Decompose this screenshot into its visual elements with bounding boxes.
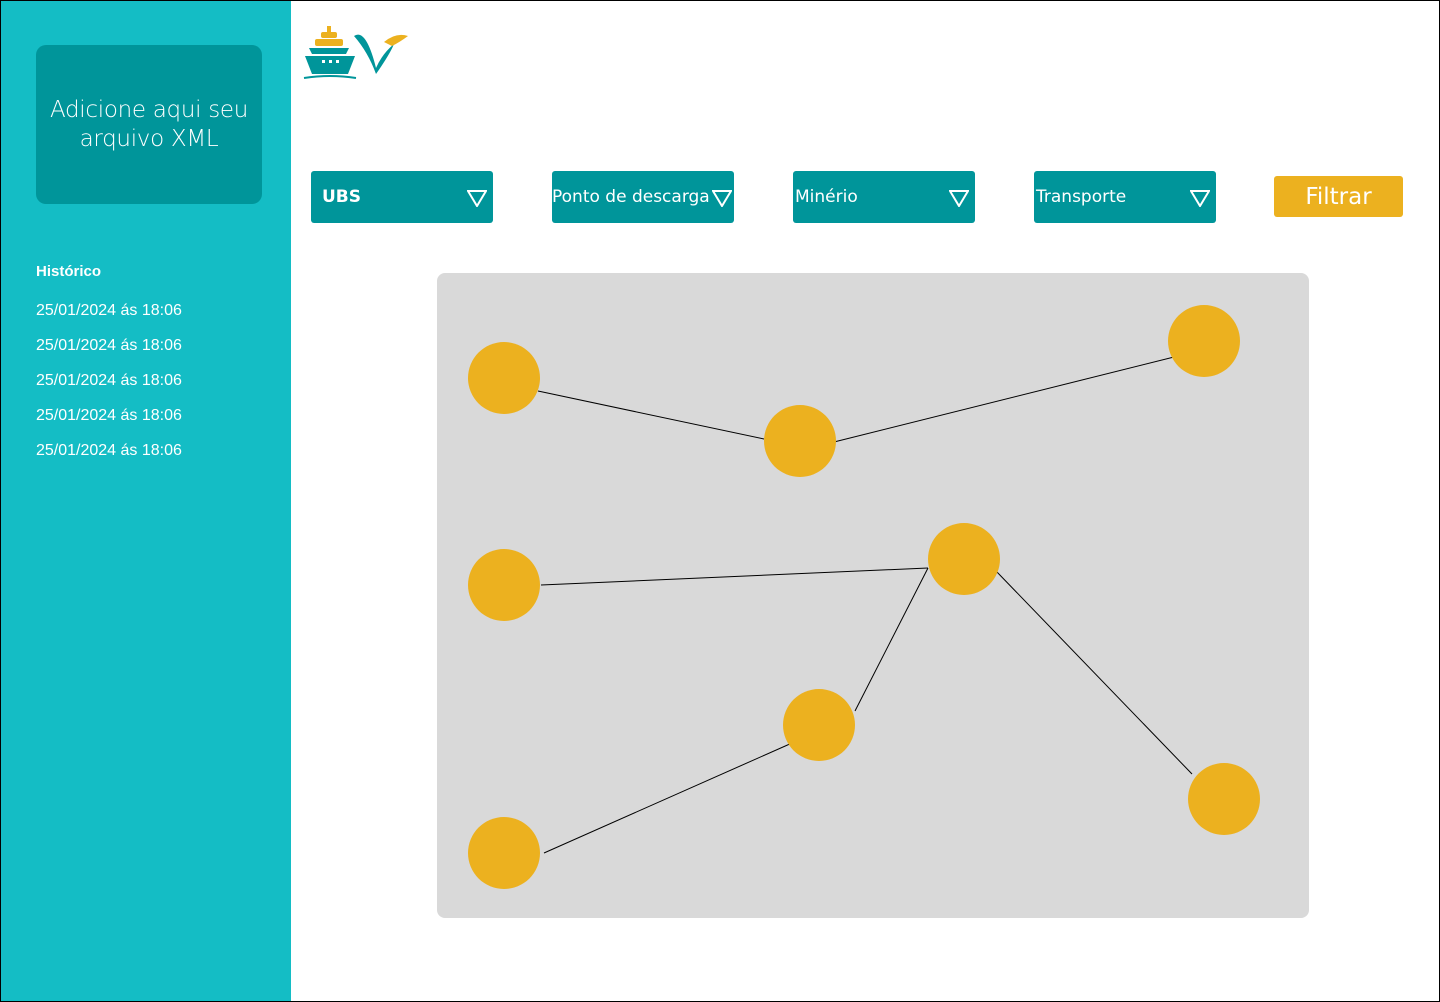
transporte-dropdown-label: Transporte (1036, 187, 1127, 207)
graph-panel (437, 273, 1309, 918)
chevron-down-icon (712, 190, 732, 207)
chevron-down-icon (949, 190, 969, 207)
graph-node[interactable] (783, 689, 855, 761)
graph-node[interactable] (468, 549, 540, 621)
graph-node[interactable] (1188, 763, 1260, 835)
graph-edge (833, 354, 1183, 443)
graph-node[interactable] (928, 523, 1000, 595)
history-item[interactable]: 25/01/2024 ás 18:06 (36, 371, 182, 406)
graph-edge (540, 567, 929, 586)
history-item[interactable]: 25/01/2024 ás 18:06 (36, 406, 182, 441)
transporte-dropdown[interactable]: Transporte (1034, 171, 1216, 223)
history-item[interactable]: 25/01/2024 ás 18:06 (36, 441, 182, 476)
descarga-dropdown[interactable]: Ponto de descarga (552, 171, 734, 223)
chevron-down-icon (1190, 190, 1210, 207)
graph-node[interactable] (468, 817, 540, 889)
history-item[interactable]: 25/01/2024 ás 18:06 (36, 301, 182, 336)
graph-edge (543, 742, 793, 854)
graph-edge (854, 567, 929, 712)
network-graph (468, 305, 1260, 889)
ubs-dropdown-label: UBS (322, 187, 362, 207)
history-title: Histórico (36, 263, 102, 280)
ubs-dropdown[interactable]: UBS (311, 171, 493, 223)
graph-node[interactable] (764, 405, 836, 477)
ship-icon (303, 26, 408, 79)
upload-xml-button[interactable]: Adicione aqui seu arquivo XML (36, 45, 262, 204)
chevron-down-icon (467, 190, 487, 207)
upload-xml-label: Adicione aqui seu arquivo XML (49, 96, 249, 152)
history-item[interactable]: 25/01/2024 ás 18:06 (36, 336, 182, 371)
filter-button[interactable]: Filtrar (1274, 176, 1403, 217)
minerio-dropdown-label: Minério (795, 187, 858, 207)
sidebar: Adicione aqui seu arquivo XML Histórico … (1, 1, 291, 1001)
app-logo (302, 24, 412, 87)
history-list: 25/01/2024 ás 18:06 25/01/2024 ás 18:06 … (36, 301, 182, 476)
graph-node[interactable] (468, 342, 540, 414)
minerio-dropdown[interactable]: Minério (793, 171, 975, 223)
graph-node[interactable] (1168, 305, 1240, 377)
graph-edge (537, 390, 765, 440)
graph-edge (995, 570, 1193, 775)
descarga-dropdown-label: Ponto de descarga (552, 187, 710, 207)
